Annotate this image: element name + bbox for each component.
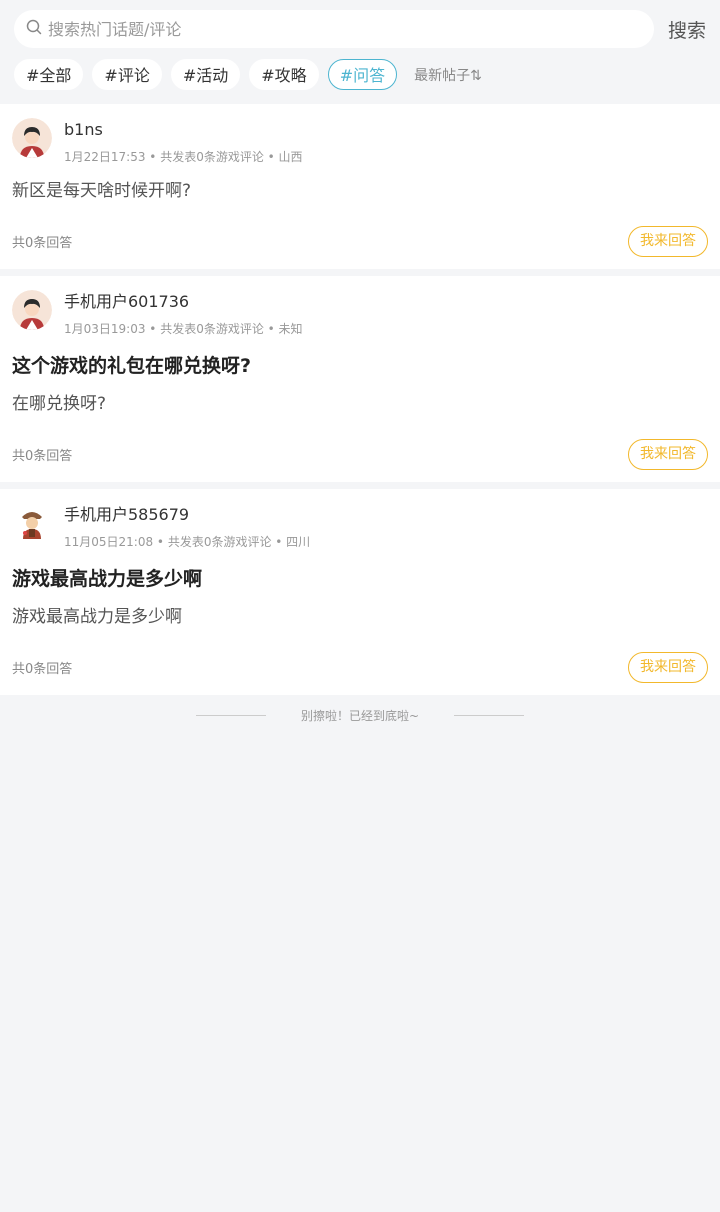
post-meta: 1月03日19:03 • 共发表0条游戏评论 • 未知 xyxy=(64,322,303,336)
post-title[interactable]: 这个游戏的礼包在哪兑换呀? xyxy=(12,353,708,379)
search-button[interactable]: 搜索 xyxy=(654,16,706,43)
divider-left xyxy=(195,714,266,716)
post-meta: 11月05日21:08 • 共发表0条游戏评论 • 四川 xyxy=(64,535,311,549)
post-footer: 共0条回答 我来回答 xyxy=(12,652,708,683)
tag-events[interactable]: #活动 xyxy=(170,59,241,90)
answer-count: 共0条回答 xyxy=(12,662,73,677)
search-box[interactable] xyxy=(14,10,654,48)
post-user-info: 手机用户601736 1月03日19:03 • 共发表0条游戏评论 • 未知 xyxy=(64,290,303,337)
tag-all[interactable]: #全部 xyxy=(14,59,84,90)
answer-button[interactable]: 我来回答 xyxy=(628,652,708,683)
avatar[interactable] xyxy=(12,503,52,543)
tag-comments[interactable]: #评论 xyxy=(92,59,162,90)
post-body: 在哪兑换呀? xyxy=(12,394,107,414)
post-header: 手机用户601736 1月03日19:03 • 共发表0条游戏评论 • 未知 xyxy=(12,290,708,337)
sort-latest-toggle[interactable]: 最新帖子⇅ xyxy=(414,65,482,85)
answer-count: 共0条回答 xyxy=(12,449,73,464)
top-bar: 搜索 #全部 #评论 #活动 #攻略 #问答 最新帖子⇅ xyxy=(0,0,720,104)
divider-right xyxy=(454,714,525,716)
user-name[interactable]: 手机用户585679 xyxy=(64,505,310,525)
tag-qa[interactable]: #问答 xyxy=(327,59,398,90)
post-meta: 1月22日17:53 • 共发表0条游戏评论 • 山西 xyxy=(64,150,303,164)
avatar[interactable] xyxy=(12,290,52,330)
avatar[interactable] xyxy=(12,118,52,158)
post-body: 新区是每天啥时候开啊? xyxy=(12,181,192,201)
post-header: b1ns 1月22日17:53 • 共发表0条游戏评论 • 山西 xyxy=(12,118,708,165)
tag-guides[interactable]: #攻略 xyxy=(249,59,319,90)
post-card[interactable]: 手机用户585679 11月05日21:08 • 共发表0条游戏评论 • 四川 … xyxy=(0,489,720,695)
tag-filter-bar: #全部 #评论 #活动 #攻略 #问答 最新帖子⇅ xyxy=(14,59,706,90)
post-header: 手机用户585679 11月05日21:08 • 共发表0条游戏评论 • 四川 xyxy=(12,503,708,550)
answer-count: 共0条回答 xyxy=(12,236,73,251)
answer-button[interactable]: 我来回答 xyxy=(628,439,708,470)
post-body: 游戏最高战力是多少啊 xyxy=(12,607,182,627)
post-card[interactable]: b1ns 1月22日17:53 • 共发表0条游戏评论 • 山西 新区是每天啥时… xyxy=(0,104,720,269)
search-row: 搜索 xyxy=(14,10,706,48)
post-user-info: 手机用户585679 11月05日21:08 • 共发表0条游戏评论 • 四川 xyxy=(64,503,310,550)
post-title[interactable]: 游戏最高战力是多少啊 xyxy=(12,566,708,592)
user-name[interactable]: 手机用户601736 xyxy=(64,292,303,312)
post-footer: 共0条回答 我来回答 xyxy=(12,226,708,257)
post-user-info: b1ns 1月22日17:53 • 共发表0条游戏评论 • 山西 xyxy=(64,118,303,165)
search-input[interactable] xyxy=(48,19,614,39)
post-card[interactable]: 手机用户601736 1月03日19:03 • 共发表0条游戏评论 • 未知 这… xyxy=(0,276,720,482)
answer-button[interactable]: 我来回答 xyxy=(628,226,708,257)
end-of-list-text: 别擦啦！已经到底啦~ xyxy=(300,708,420,723)
end-of-list-indicator: 别擦啦！已经到底啦~ xyxy=(0,695,720,735)
search-icon xyxy=(26,19,42,39)
user-name[interactable]: b1ns xyxy=(64,120,303,140)
post-footer: 共0条回答 我来回答 xyxy=(12,439,708,470)
